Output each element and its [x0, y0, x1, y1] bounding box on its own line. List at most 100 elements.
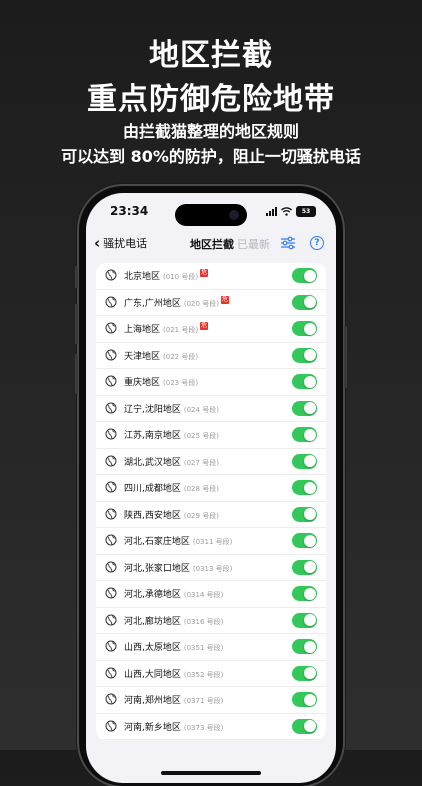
region-toggle[interactable] [292, 321, 317, 336]
region-name: 湖北,武汉地区 (027 号段) [124, 455, 219, 468]
globe-icon [105, 402, 117, 413]
region-name-text: 北京地区 [124, 272, 161, 282]
battery-icon: 53 [296, 206, 316, 217]
region-toggle[interactable] [292, 612, 317, 628]
region-toggle[interactable] [292, 718, 317, 734]
region-name: 陕西,西安地区 (029 号段) [124, 508, 219, 521]
region-name: 广东,广州地区 (020 号段)危 [124, 295, 229, 309]
region-name: 江苏,南京地区 (025 号段) [124, 428, 219, 441]
region-row: 湖北,武汉地区 (027 号段) [96, 449, 326, 475]
region-code: (010 号段) [163, 273, 199, 281]
page-title: 地区拦截 [190, 238, 234, 251]
globe-icon [105, 561, 117, 572]
update-status: 已最新 [237, 238, 270, 251]
region-name-text: 四川,成都地区 [124, 484, 181, 494]
phone-volume-down [75, 354, 78, 394]
region-toggle[interactable] [292, 427, 317, 442]
region-toggle[interactable] [292, 480, 317, 495]
region-toggle[interactable] [292, 586, 317, 601]
region-name-text: 天津地区 [124, 351, 161, 362]
globe-icon [105, 587, 117, 599]
region-name-text: 河南,新乡地区 [124, 722, 181, 733]
globe-icon [105, 720, 117, 731]
promo-subtitle-line2: 可以达到 80%的防护，阻止一切骚扰电话 [61, 147, 361, 166]
danger-badge: 危 [220, 295, 229, 304]
region-toggle[interactable] [292, 347, 317, 363]
region-row: 天津地区 (022 号段) [96, 343, 326, 369]
region-name-text: 山西,太原地区 [124, 643, 181, 653]
region-code: (028 号段) [183, 485, 219, 493]
phone-frame: 23:34 53 ‹ 骚扰电话 地区拦截 已最新 ? 北京地区 (010 号段)… [75, 186, 347, 786]
phone-screen: 23:34 53 ‹ 骚扰电话 地区拦截 已最新 ? 北京地区 (010 号段)… [86, 193, 336, 783]
promo-title-line2: 重点防御危险地带 [87, 82, 335, 117]
status-icons: 53 [266, 206, 316, 217]
region-row: 河南,新乡地区 (0373 号段) [96, 714, 326, 740]
globe-icon [105, 481, 117, 493]
globe-icon [105, 534, 117, 546]
phone-volume-up [75, 304, 78, 344]
region-name: 北京地区 (010 号段)危 [124, 269, 209, 282]
globe-icon [105, 428, 117, 440]
phone-action-button [75, 266, 78, 288]
region-name: 天津地区 (022 号段) [124, 349, 198, 362]
globe-icon [105, 375, 117, 387]
back-label: 骚扰电话 [103, 237, 148, 250]
globe-icon [105, 693, 117, 705]
region-toggle[interactable] [292, 665, 317, 681]
region-row: 陕西,西安地区 (029 号段) [96, 502, 326, 528]
wifi-icon [281, 207, 292, 216]
region-toggle[interactable] [292, 374, 317, 389]
region-row: 山西,大同地区 (0352 号段) [96, 661, 326, 687]
region-toggle[interactable] [292, 692, 317, 707]
region-code: (022 号段) [163, 352, 199, 361]
region-row: 河北,石家庄地区 (0311 号段) [96, 528, 326, 555]
region-toggle[interactable] [292, 533, 317, 548]
region-code: (0373 号段) [183, 723, 224, 732]
navigation-bar: ‹ 骚扰电话 地区拦截 已最新 ? [86, 231, 336, 257]
globe-icon [105, 640, 117, 652]
globe-icon [105, 349, 117, 360]
region-name: 重庆地区 (023 号段) [124, 375, 198, 388]
region-name-text: 河北,廊坊地区 [124, 616, 181, 627]
region-code: (0314 号段) [183, 591, 224, 599]
region-name-text: 河南,郑州地区 [124, 696, 181, 706]
home-indicator [161, 771, 261, 775]
region-toggle[interactable] [292, 453, 317, 469]
region-name-text: 江苏,南京地区 [124, 431, 181, 441]
region-toggle[interactable] [292, 639, 317, 654]
region-name: 河南,郑州地区 (0371 号段) [124, 693, 223, 706]
region-code: (024 号段) [183, 405, 219, 414]
region-name: 山西,太原地区 (0351 号段) [124, 640, 223, 653]
back-button[interactable]: ‹ 骚扰电话 [94, 235, 147, 251]
region-toggle[interactable] [292, 559, 317, 575]
region-code: (0371 号段) [183, 697, 224, 705]
region-toggle[interactable] [292, 294, 317, 310]
region-name: 河南,新乡地区 (0373 号段) [124, 720, 223, 733]
help-icon[interactable]: ? [310, 236, 324, 250]
region-name: 河北,廊坊地区 (0316 号段) [124, 614, 223, 627]
sliders-icon[interactable] [280, 235, 296, 251]
region-name-text: 河北,承德地区 [124, 590, 181, 600]
globe-icon [105, 269, 117, 281]
region-row: 河北,廊坊地区 (0316 号段) [96, 608, 326, 634]
region-row: 山西,太原地区 (0351 号段) [96, 634, 326, 661]
region-code: (023 号段) [163, 379, 199, 387]
chevron-left-icon: ‹ [94, 234, 101, 252]
region-name: 山西,大同地区 (0352 号段) [124, 667, 223, 680]
region-name-text: 上海地区 [124, 325, 161, 335]
region-name-text: 重庆地区 [124, 378, 161, 388]
globe-icon [105, 296, 117, 307]
region-name: 河北,石家庄地区 (0311 号段) [124, 534, 232, 547]
region-name-text: 陕西,西安地区 [124, 510, 181, 521]
region-toggle[interactable] [292, 506, 317, 522]
region-toggle[interactable] [292, 400, 317, 416]
region-name: 河北,张家口地区 (0313 号段) [124, 561, 232, 574]
region-name-text: 山西,大同地区 [124, 669, 181, 680]
region-row: 河北,张家口地区 (0313 号段) [96, 555, 326, 581]
region-code: (0351 号段) [183, 644, 224, 652]
danger-badge: 危 [200, 269, 209, 277]
region-toggle[interactable] [292, 268, 317, 283]
region-row: 四川,成都地区 (028 号段) [96, 475, 326, 502]
region-code: (025 号段) [183, 432, 219, 440]
globe-icon [105, 667, 117, 678]
